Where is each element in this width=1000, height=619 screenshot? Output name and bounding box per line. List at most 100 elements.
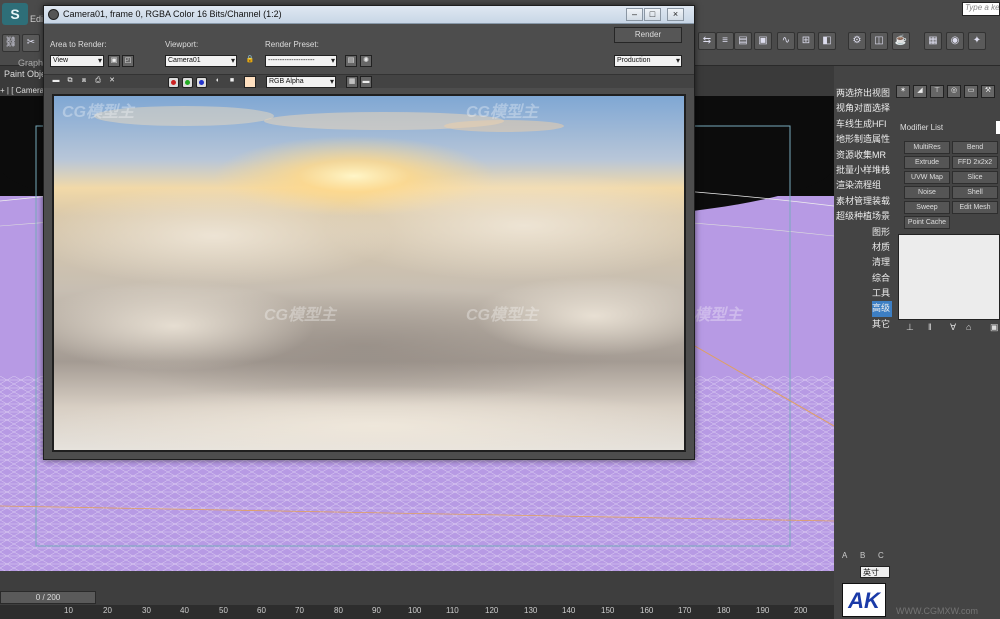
- environment-icon[interactable]: ◉: [946, 32, 964, 50]
- create-tab-icon[interactable]: ✶: [896, 85, 910, 98]
- alpha-toggle-icon[interactable]: ◐: [212, 76, 224, 88]
- restore-button[interactable]: □: [644, 8, 661, 21]
- plugin-item[interactable]: 两选挤出: [836, 86, 872, 101]
- plugin-item[interactable]: 批量小样: [836, 163, 872, 178]
- plugin-item[interactable]: 工具: [872, 286, 892, 301]
- modifier-button[interactable]: Bend: [952, 141, 998, 154]
- display-tab-icon[interactable]: ▭: [964, 85, 978, 98]
- blue-channel-toggle[interactable]: [196, 77, 207, 88]
- plugin-item[interactable]: 材质: [872, 240, 892, 255]
- render-mode-select[interactable]: Production: [614, 55, 682, 67]
- viewport-select[interactable]: Camera01: [165, 55, 237, 67]
- track-bar[interactable]: 10 20 30 40 50 60 70 80 90 100 110 120 1…: [0, 605, 834, 619]
- copy-image-icon[interactable]: ⧉: [64, 76, 76, 88]
- plugin-item[interactable]: 资源收集: [836, 148, 872, 163]
- render-preset-select[interactable]: --------------------: [265, 55, 337, 67]
- plugin-item[interactable]: 清理: [872, 255, 892, 270]
- material-editor-icon[interactable]: ◧: [818, 32, 836, 50]
- link-icon[interactable]: ⛓: [2, 34, 20, 52]
- toggle-ui-overlay-icon[interactable]: ▦: [346, 76, 358, 88]
- show-end-result-icon[interactable]: ‖: [928, 322, 932, 332]
- plugin-item[interactable]: 场景: [872, 209, 892, 224]
- app-logo[interactable]: S: [2, 3, 28, 25]
- modifier-button[interactable]: Shell: [952, 186, 998, 199]
- modifier-button[interactable]: Extrude: [904, 156, 950, 169]
- plugin-item[interactable]: 素材管理: [836, 194, 872, 209]
- modifier-stack[interactable]: [898, 234, 1000, 320]
- curve-editor-icon[interactable]: ∿: [777, 32, 795, 50]
- modifier-button[interactable]: MultiRes: [904, 141, 950, 154]
- rendered-frame-icon[interactable]: ◫: [870, 32, 888, 50]
- plugin-item[interactable]: HFI: [872, 117, 892, 132]
- plugin-item[interactable]: 超级种植: [836, 209, 872, 224]
- rendered-frame-window[interactable]: Camera01, frame 0, RGBA Color 16 Bits/Ch…: [43, 5, 695, 460]
- units-select[interactable]: 英寸: [860, 566, 890, 578]
- area-to-render-select[interactable]: View: [50, 55, 104, 67]
- time-slider[interactable]: 0 / 200: [0, 591, 96, 604]
- render-canvas[interactable]: CG模型主 CG模型主 CG模型主 CG模型主: [52, 94, 686, 452]
- effects-icon[interactable]: ✦: [968, 32, 986, 50]
- green-channel-toggle[interactable]: [182, 77, 193, 88]
- modifier-button[interactable]: Noise: [904, 186, 950, 199]
- plugin-item[interactable]: 图形: [872, 225, 892, 240]
- render-teapot-icon[interactable]: ☕: [892, 32, 910, 50]
- plugin-item-selected[interactable]: 高级: [872, 301, 892, 317]
- plugin-item[interactable]: 其它: [872, 317, 892, 332]
- plugin-item[interactable]: MR: [872, 148, 892, 163]
- modifier-button[interactable]: Sweep: [904, 201, 950, 214]
- mirror-icon[interactable]: ⇆: [698, 32, 716, 50]
- modifier-button[interactable]: Point Cache: [904, 216, 950, 229]
- plugin-item[interactable]: 地形制造: [836, 132, 872, 147]
- tab-paint-objects[interactable]: Paint Obje: [4, 69, 46, 79]
- scene-explorer-icon[interactable]: ▣: [754, 32, 772, 50]
- minimize-button[interactable]: –: [626, 8, 643, 21]
- utilities-tab-icon[interactable]: ⚒: [981, 85, 995, 98]
- hierarchy-tab-icon[interactable]: ⊤: [930, 85, 944, 98]
- remove-modifier-icon[interactable]: ⌂: [966, 322, 971, 332]
- environment-effects-icon[interactable]: ✺: [360, 55, 372, 67]
- plugin-item[interactable]: 属性: [872, 132, 892, 147]
- plugin-item[interactable]: 视图: [872, 86, 892, 101]
- color-swatch[interactable]: [244, 76, 256, 88]
- print-icon[interactable]: ⎙: [92, 76, 104, 88]
- pin-stack-icon[interactable]: ⊥: [906, 322, 914, 333]
- edit-region-icon[interactable]: ▣: [108, 55, 120, 67]
- close-button[interactable]: ×: [667, 8, 684, 21]
- plugin-item[interactable]: 综合: [872, 271, 892, 286]
- unlink-icon[interactable]: ✂: [22, 34, 40, 52]
- plugin-item[interactable]: 车线生成: [836, 117, 872, 132]
- plugin-item[interactable]: 渲染流程: [836, 178, 872, 193]
- modifier-button[interactable]: UVW Map: [904, 171, 950, 184]
- render-setup-icon[interactable]: ▤: [345, 55, 357, 67]
- viewport-label[interactable]: + | [ Camera0: [0, 86, 49, 95]
- plugin-item[interactable]: 堆栈: [872, 163, 892, 178]
- window-titlebar[interactable]: Camera01, frame 0, RGBA Color 16 Bits/Ch…: [44, 6, 694, 24]
- plugin-item[interactable]: 装载: [872, 194, 892, 209]
- red-channel-toggle[interactable]: [168, 77, 179, 88]
- modifier-list-dropdown[interactable]: [996, 121, 1000, 134]
- tab-graph[interactable]: Graph: [18, 58, 43, 68]
- modifier-button[interactable]: FFD 2x2x2: [952, 156, 998, 169]
- auto-region-icon[interactable]: ◰: [122, 55, 134, 67]
- align-icon[interactable]: ≡: [716, 32, 734, 50]
- modify-tab-icon[interactable]: ◢: [913, 85, 927, 98]
- menu-edit[interactable]: Edi: [30, 14, 43, 24]
- make-unique-icon[interactable]: ∀: [950, 322, 956, 333]
- save-image-icon[interactable]: ▬: [50, 76, 62, 88]
- clear-icon[interactable]: ✕: [106, 76, 118, 88]
- plugin-item[interactable]: 选择: [872, 101, 892, 116]
- mono-toggle-icon[interactable]: ■: [226, 76, 238, 88]
- plugin-item[interactable]: 视角对面: [836, 101, 872, 116]
- schematic-icon[interactable]: ⊞: [797, 32, 815, 50]
- tab-c[interactable]: C: [878, 551, 884, 560]
- toggle-ui-icon[interactable]: ▬: [360, 76, 372, 88]
- modifier-button[interactable]: Edit Mesh: [952, 201, 998, 214]
- tab-b[interactable]: B: [860, 551, 865, 560]
- render-production-icon[interactable]: ▦: [924, 32, 942, 50]
- plugin-item[interactable]: 组: [872, 178, 892, 193]
- tab-a[interactable]: A: [842, 551, 847, 560]
- layer-icon[interactable]: ▤: [734, 32, 752, 50]
- modifier-button[interactable]: Slice: [952, 171, 998, 184]
- motion-tab-icon[interactable]: ◎: [947, 85, 961, 98]
- configure-sets-icon[interactable]: ▣: [990, 322, 999, 333]
